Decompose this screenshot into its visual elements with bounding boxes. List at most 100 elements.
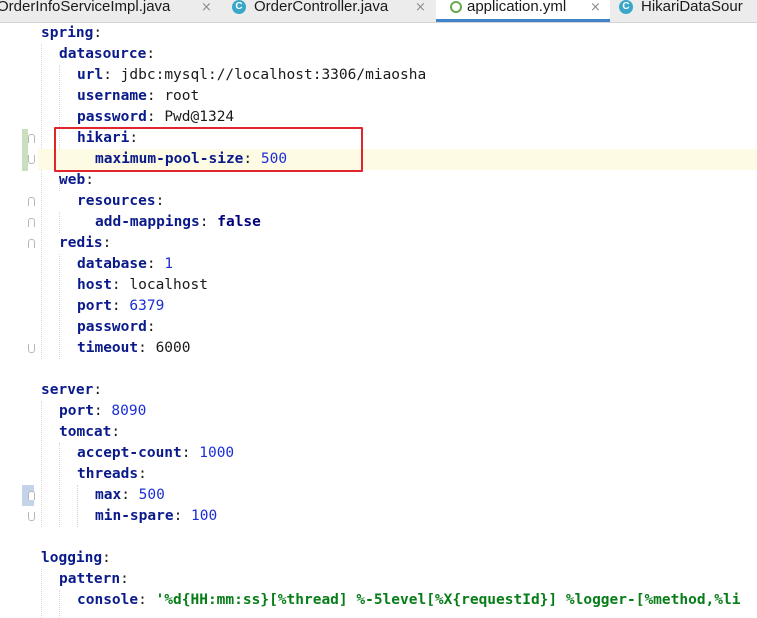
yaml-key: url: [77, 67, 104, 83]
yaml-colon: :: [93, 382, 103, 398]
yaml-colon: :: [102, 235, 112, 251]
java-class-icon: C: [232, 0, 246, 14]
yaml-colon: :: [146, 256, 156, 272]
yaml-key: tomcat: [59, 424, 112, 440]
yaml-key: host: [77, 277, 112, 293]
editor-tab-bar: OrderInfoServiceImpl.java × C OrderContr…: [0, 0, 757, 23]
editor-gutter: [0, 23, 38, 618]
yml-leaf-icon: [450, 1, 462, 13]
indent-guide: [59, 212, 60, 233]
yaml-key: accept-count: [77, 445, 182, 461]
yaml-line: port: 8090: [59, 401, 757, 422]
yaml-colon: :: [138, 466, 147, 482]
yaml-colon: :: [181, 445, 191, 461]
indent-guide: [59, 590, 60, 618]
yaml-key: resources: [77, 193, 156, 209]
indent-guide: [41, 569, 42, 618]
fold-collapse-icon[interactable]: [28, 239, 35, 248]
yaml-line: min-spare: 100: [95, 506, 757, 527]
fold-collapse-icon[interactable]: [28, 134, 35, 143]
yaml-key: password: [77, 319, 147, 335]
yaml-key: datasource: [59, 46, 147, 62]
fold-expand-icon[interactable]: [28, 512, 35, 521]
tab-label: application.yml: [467, 0, 567, 15]
tab-ordercontroller[interactable]: C OrderController.java ×: [228, 0, 434, 22]
yaml-value: '%d{HH:mm:ss}[%thread] %-5level[%X{reque…: [155, 592, 741, 608]
fold-collapse-icon[interactable]: [28, 197, 35, 206]
indent-guide: [77, 485, 78, 527]
tab-close-icon[interactable]: ×: [415, 0, 426, 16]
yaml-value: 6379: [129, 298, 165, 314]
yaml-key: console: [77, 592, 139, 608]
tab-application-yml[interactable]: application.yml ×: [436, 0, 610, 22]
yaml-colon: :: [102, 550, 111, 566]
yaml-line: accept-count: 1000: [77, 443, 757, 464]
yaml-key: logging: [41, 550, 103, 566]
yaml-colon: :: [146, 88, 156, 104]
yaml-line: server:: [41, 380, 757, 401]
yaml-key: server: [41, 382, 94, 398]
yaml-line: pattern:: [59, 569, 757, 590]
yaml-colon: :: [120, 571, 129, 587]
yaml-key: password: [77, 109, 147, 125]
yaml-line: database: 1: [77, 254, 757, 275]
yaml-value: Pwd@1324: [164, 109, 235, 125]
yaml-key: username: [77, 88, 147, 104]
fold-collapse-icon[interactable]: [28, 218, 35, 227]
yaml-line: password: Pwd@1324: [77, 107, 757, 128]
yaml-value: false: [217, 214, 261, 230]
tab-orderinfoserviceimpl[interactable]: OrderInfoServiceImpl.java ×: [0, 0, 224, 22]
indent-guide: [41, 401, 42, 527]
yaml-value: root: [164, 88, 200, 104]
yaml-line: resources:: [77, 191, 757, 212]
yaml-line: web:: [59, 170, 757, 191]
yaml-key: port: [77, 298, 112, 314]
yaml-line: tomcat:: [59, 422, 757, 443]
yaml-colon: :: [121, 487, 130, 503]
indent-guide: [59, 443, 60, 527]
yaml-line: datasource:: [59, 44, 757, 65]
yaml-value: 1: [164, 256, 174, 272]
yaml-value: localhost: [129, 277, 208, 293]
yaml-line: logging:: [41, 548, 757, 569]
yaml-line: threads:: [77, 464, 757, 485]
tab-close-icon[interactable]: ×: [590, 0, 601, 16]
indent-guide: [59, 254, 60, 359]
yaml-line: username: root: [77, 86, 757, 107]
yaml-key: timeout: [77, 340, 139, 356]
yaml-colon: :: [146, 46, 156, 62]
yaml-line: port: 6379: [77, 296, 757, 317]
tab-label: HikariDataSour: [641, 0, 743, 15]
yaml-value: 1000: [199, 445, 235, 461]
yaml-colon: :: [103, 67, 112, 83]
yaml-value: 100: [191, 508, 218, 524]
yaml-line: add-mappings: false: [95, 212, 757, 233]
fold-collapse-icon[interactable]: [28, 491, 35, 500]
yaml-key: pattern: [59, 571, 121, 587]
tab-hikaridatasource[interactable]: C HikariDataSour: [614, 0, 757, 22]
yaml-key: redis: [59, 235, 103, 251]
yaml-colon: :: [155, 193, 165, 209]
yaml-key: min-spare: [95, 508, 174, 524]
yaml-line: password:: [77, 317, 757, 338]
fold-expand-icon[interactable]: [28, 155, 35, 164]
yaml-key: spring: [41, 25, 94, 41]
yaml-line: spring:: [41, 23, 757, 44]
yaml-line: url: jdbc:mysql://localhost:3306/miaosha: [77, 65, 757, 86]
yaml-line: host: localhost: [77, 275, 757, 296]
yaml-line: redis:: [59, 233, 757, 254]
yaml-colon: :: [138, 340, 147, 356]
tab-label: OrderController.java: [254, 0, 389, 15]
highlight-annotation-box: [54, 127, 363, 172]
yaml-key: database: [77, 256, 147, 272]
yaml-value: 8090: [111, 403, 147, 419]
yaml-colon: :: [85, 172, 94, 188]
yaml-colon: :: [173, 508, 183, 524]
yaml-key: port: [59, 403, 94, 419]
tab-close-icon[interactable]: ×: [201, 0, 212, 16]
fold-expand-icon[interactable]: [28, 344, 35, 353]
yaml-colon: :: [146, 319, 156, 335]
yaml-key: threads: [77, 466, 139, 482]
yaml-colon: :: [93, 25, 103, 41]
code-editor[interactable]: spring: datasource: url: jdbc:mysql://lo…: [38, 23, 757, 618]
